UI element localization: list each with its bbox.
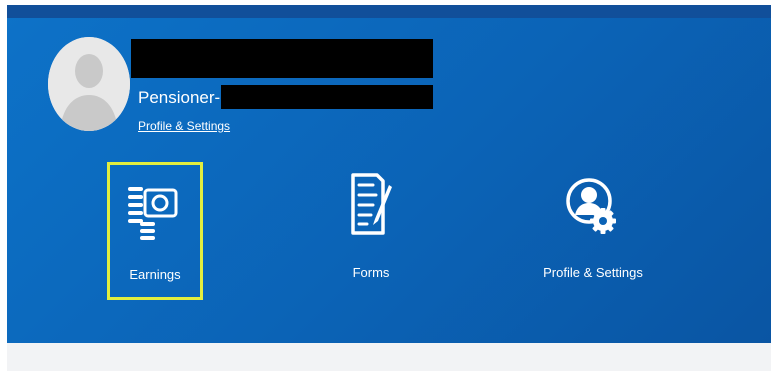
header-panel: Pensioner- Profile & Settings Earnings F… [7,5,771,343]
earnings-icon [128,187,178,240]
forms-label: Forms [352,265,390,280]
forms-icon [351,173,392,235]
profile-settings-link[interactable]: Profile & Settings [138,119,230,133]
forms-tile[interactable]: Forms [326,165,416,295]
earnings-label: Earnings [129,267,181,282]
profile-settings-tile[interactable]: Profile & Settings [533,165,653,295]
user-silhouette-icon [48,37,130,131]
profile-settings-label: Profile & Settings [543,265,643,280]
content-area [7,343,771,371]
redacted-name [131,39,433,78]
page: Pensioner- Profile & Settings Earnings F… [0,0,771,371]
redacted-id [221,85,433,109]
earnings-tile[interactable]: Earnings [107,162,203,300]
user-role-label: Pensioner- [138,88,221,107]
profile-settings-icon [566,178,616,234]
avatar [48,37,130,131]
top-bar [7,5,771,18]
